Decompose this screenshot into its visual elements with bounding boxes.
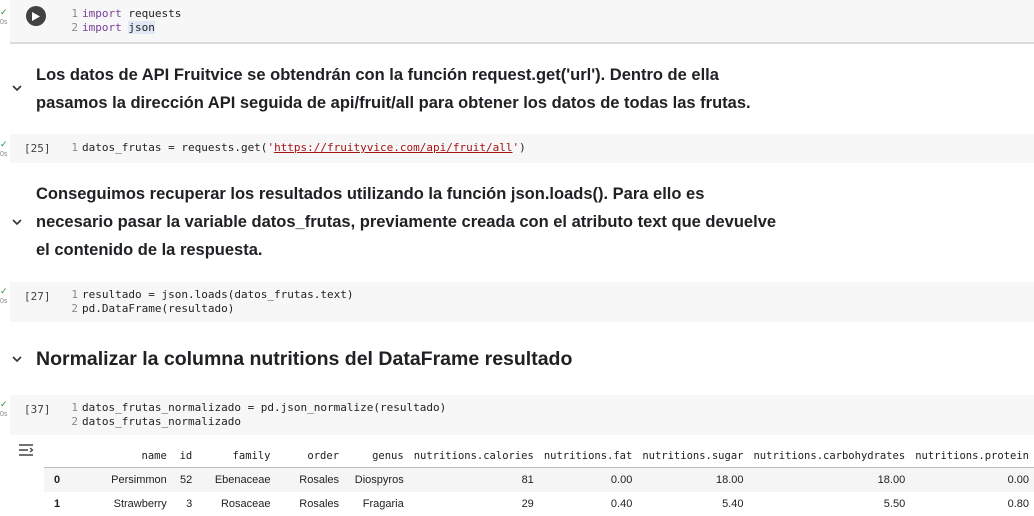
run-status: ✓ 0s bbox=[0, 399, 8, 419]
check-icon: ✓ bbox=[0, 139, 8, 149]
code-editor[interactable]: 1 datos_frutas = requests.get('https://fr… bbox=[68, 141, 525, 155]
run-status: ✓ 0s bbox=[0, 139, 8, 159]
code-editor[interactable]: 1 import requests 2 import json bbox=[68, 7, 181, 35]
table-row: 1 Strawberry 3 Rosaceae Rosales Fragaria… bbox=[54, 498, 1029, 510]
chevron-down-icon[interactable] bbox=[11, 82, 23, 94]
chevron-down-icon[interactable] bbox=[11, 216, 23, 228]
table-header-row: name id family order genus nutritions.ca… bbox=[44, 445, 1034, 468]
code-editor[interactable]: 1 resultado = json.loads(datos_frutas.tex… bbox=[68, 288, 353, 316]
table-row: 0 Persimmon 52 Ebenaceae Rosales Diospyr… bbox=[44, 467, 1034, 492]
check-icon: ✓ bbox=[0, 286, 8, 296]
column-header: genus bbox=[344, 445, 409, 468]
column-header bbox=[44, 445, 73, 468]
column-header: family bbox=[197, 445, 276, 468]
run-status: ✓ 0s bbox=[0, 7, 8, 27]
column-header: nutritions.sugar bbox=[637, 445, 749, 468]
code-cell-request[interactable]: [25] 1 datos_frutas = requests.get('https… bbox=[10, 134, 1034, 163]
markdown-cell-api[interactable]: Los datos de API Fruitvice se obtendrán … bbox=[36, 61, 751, 117]
column-header: nutritions.carbohydrates bbox=[748, 445, 911, 468]
column-header: order bbox=[275, 445, 345, 468]
markdown-cell-json[interactable]: Conseguimos recuperar los resultados uti… bbox=[36, 180, 776, 264]
code-cell-imports[interactable]: 1 import requests 2 import json bbox=[10, 0, 1034, 44]
column-header: id bbox=[171, 445, 198, 468]
column-header: nutritions.calories bbox=[408, 445, 539, 468]
column-header: nutritions.protein bbox=[910, 445, 1034, 468]
code-editor[interactable]: 1 datos_frutas_normalizado = pd.json_norm… bbox=[68, 401, 446, 429]
output-actions-icon[interactable] bbox=[18, 443, 34, 457]
check-icon: ✓ bbox=[0, 399, 8, 409]
run-status: ✓ 0s bbox=[0, 286, 8, 306]
check-icon: ✓ bbox=[0, 7, 8, 17]
section-heading[interactable]: Normalizar la columna nutritions del Dat… bbox=[36, 345, 572, 373]
code-cell-normalize[interactable]: [37] 1 datos_frutas_normalizado = pd.json… bbox=[10, 395, 1034, 435]
chevron-down-icon[interactable] bbox=[11, 353, 23, 365]
column-header: nutritions.fat bbox=[538, 445, 638, 468]
column-header: name bbox=[72, 445, 172, 468]
code-cell-json-loads[interactable]: [27] 1 resultado = json.loads(datos_fruta… bbox=[10, 282, 1034, 322]
dataframe-table: name id family order genus nutritions.ca… bbox=[44, 445, 1034, 516]
run-button[interactable] bbox=[26, 6, 46, 26]
api-url-link[interactable]: https://fruityvice.com/api/fruit/all bbox=[274, 141, 512, 154]
